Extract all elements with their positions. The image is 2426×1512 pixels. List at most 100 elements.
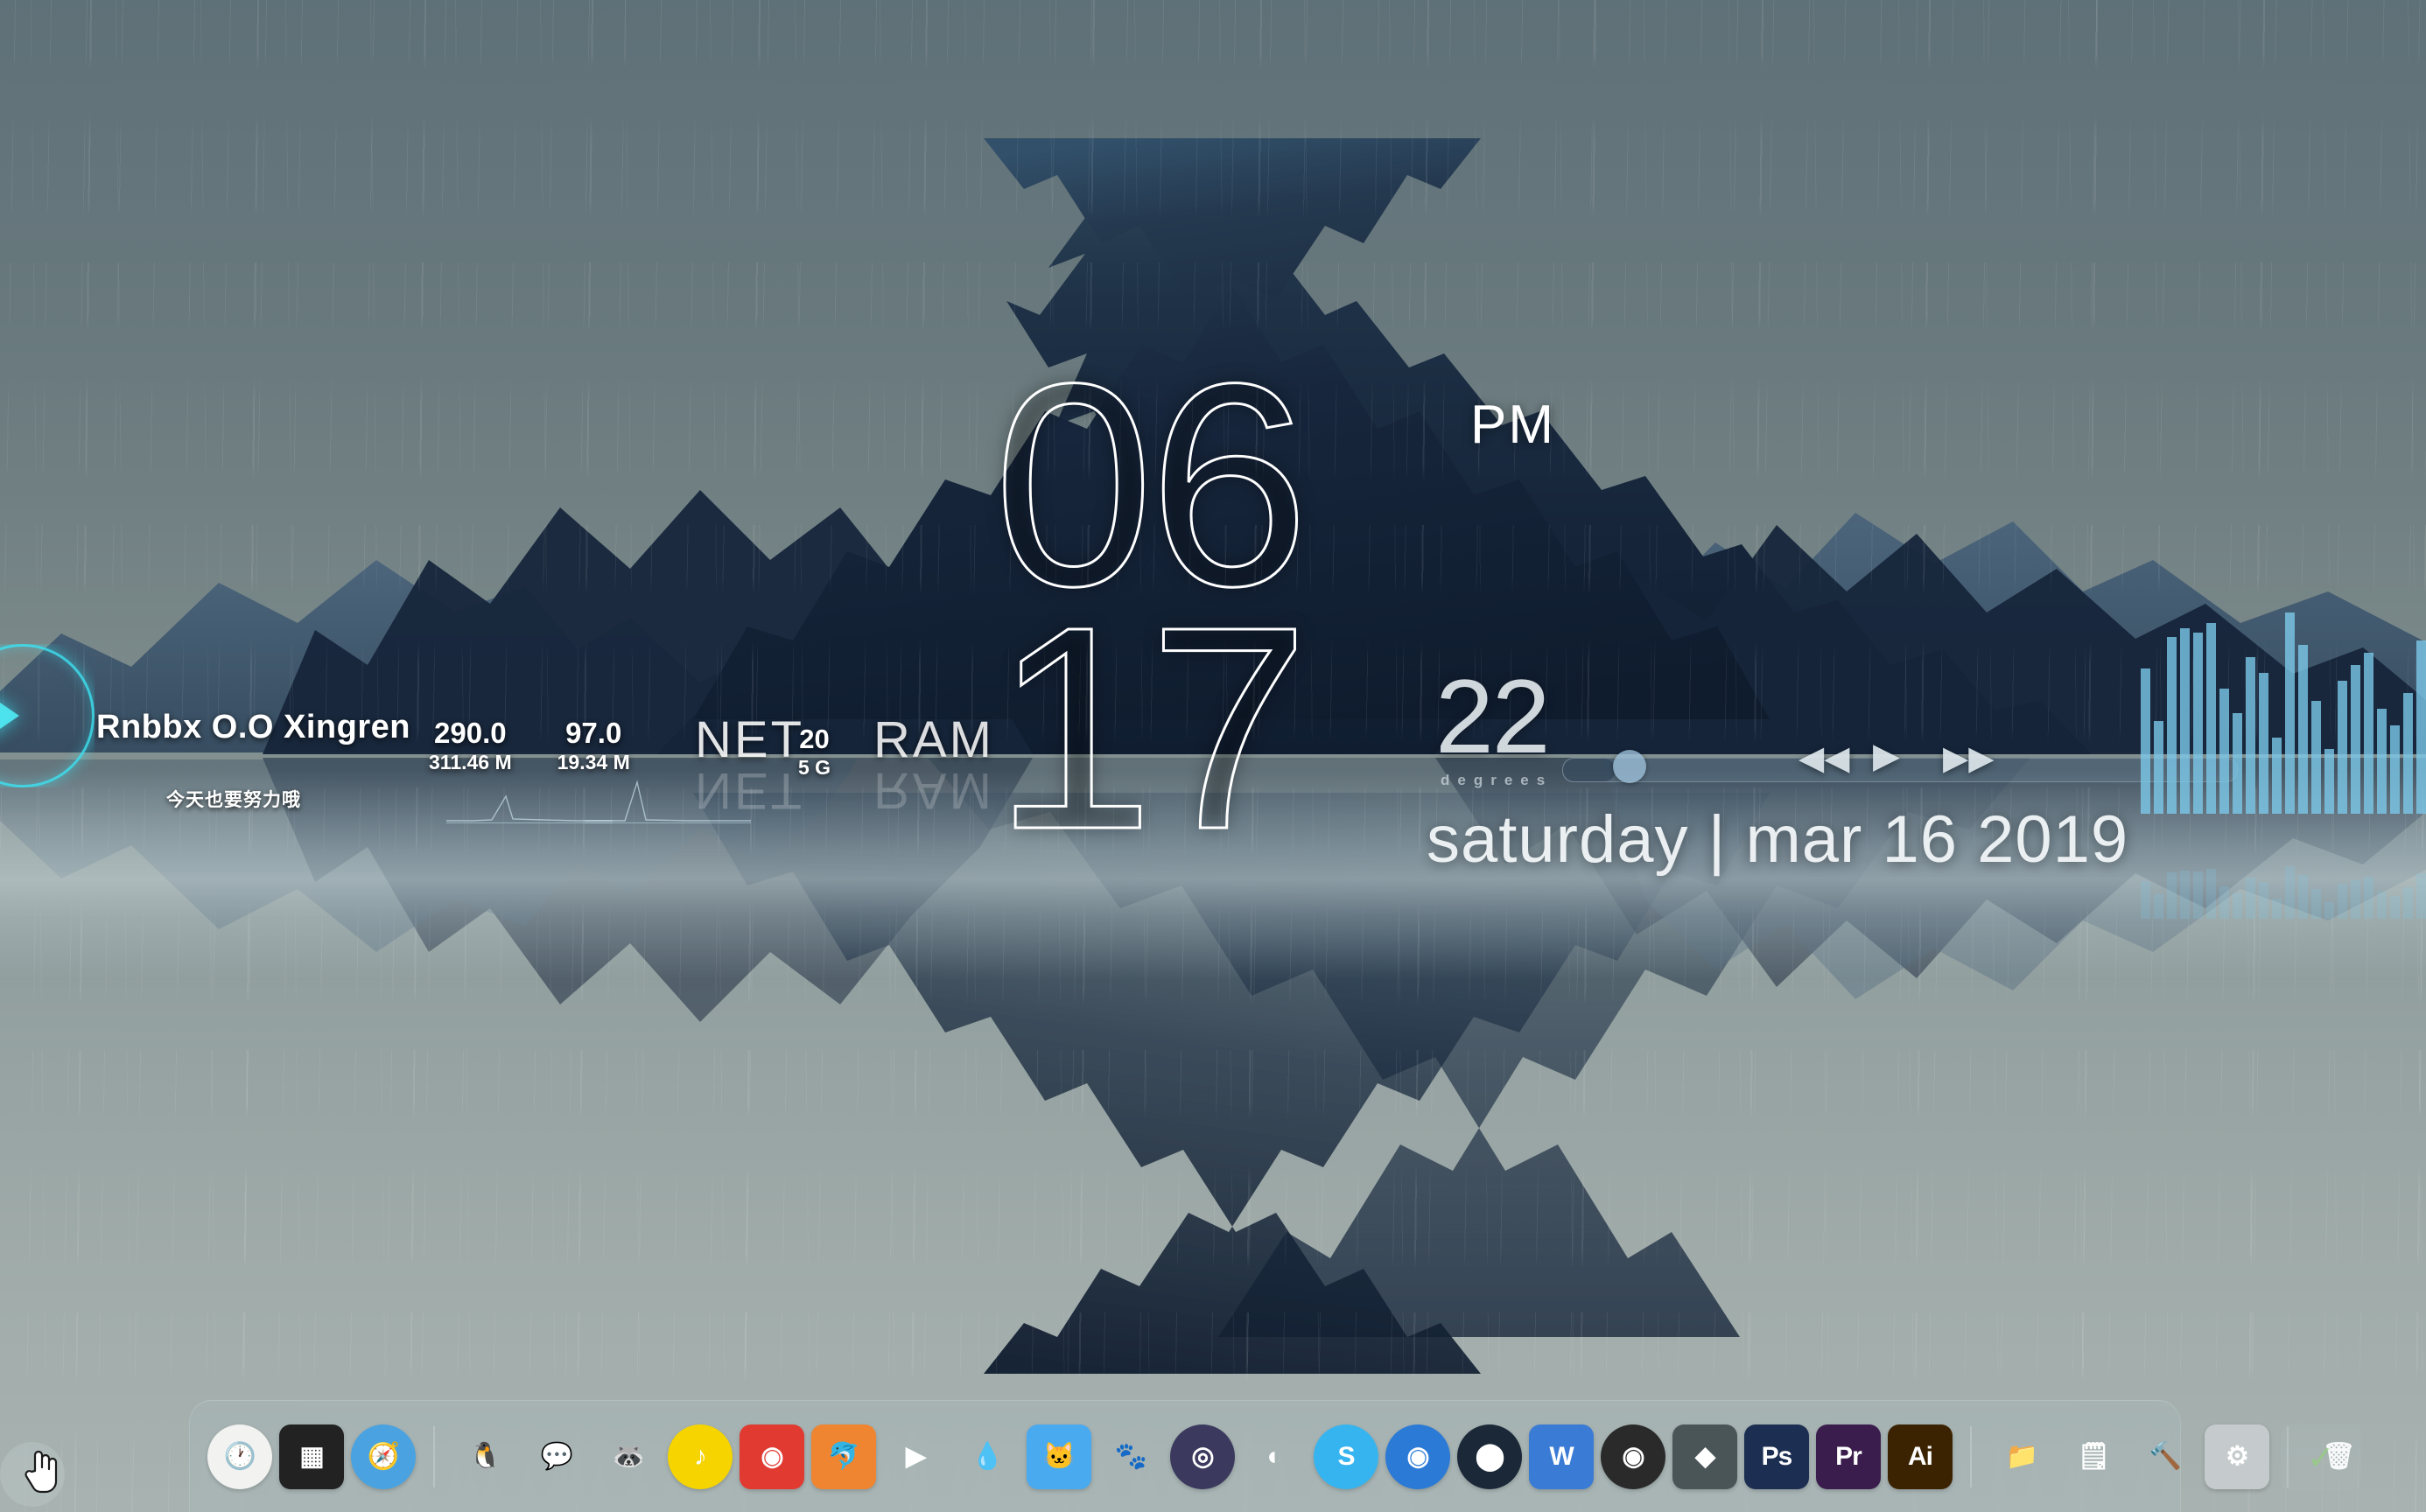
photoshop-app[interactable]: Ps	[1744, 1424, 1809, 1489]
waterdrop-app[interactable]: 💧	[955, 1424, 1020, 1489]
documents-folder[interactable]: 📁	[1989, 1424, 2054, 1489]
wps-app[interactable]: W	[1529, 1424, 1594, 1489]
visualizer-bar	[2141, 668, 2150, 814]
clock-meridiem: PM	[1470, 395, 1555, 455]
wps-app-icon: W	[1549, 1441, 1574, 1471]
potplayer-app[interactable]: ▶	[883, 1424, 948, 1489]
desktop: Rnbbx O.O Xingren 今天也要努力哦 290.0 311.46 M…	[0, 0, 2426, 1512]
ram-used: 20	[799, 724, 830, 754]
notes-app[interactable]: 🗒	[2061, 1424, 2126, 1489]
netease-music-app[interactable]: ◉	[740, 1424, 804, 1489]
spiral-app[interactable]: ◉	[1385, 1424, 1450, 1489]
next-track-button[interactable]: ▶▶	[1943, 742, 1994, 775]
media-progress-slider[interactable]	[1562, 758, 2238, 782]
tray-check-icon[interactable]: ✓	[2281, 1424, 2361, 1491]
separator-2	[1970, 1425, 1972, 1488]
visualizer-bar-reflection	[2403, 887, 2413, 919]
network-download-column: 290.0 311.46 M	[429, 718, 512, 775]
system-info-bar: Rnbbx O.O Xingren	[96, 707, 410, 768]
visualizer-bar-reflection	[2154, 894, 2163, 919]
visualizer-bar	[2324, 749, 2334, 814]
net-label: NET	[695, 711, 804, 768]
steam-app[interactable]: ⬤	[1457, 1424, 1522, 1489]
visualizer-bar-reflection	[2141, 880, 2150, 919]
separator-1	[433, 1425, 435, 1488]
visualizer-bar-reflection	[2311, 889, 2321, 919]
network-upload-column: 97.0 19.34 M	[557, 718, 630, 775]
visualizer-bar	[2259, 673, 2268, 814]
visualizer-bar-reflection	[2180, 870, 2190, 919]
dock[interactable]: 🕐 ▦ 🧭 🐧 💬 🦝 ♪ ◉ 🐬 ▶ 💧 🐱 🐾 ◎ ◐ S ◉ ⬤ W ◉ ◆ Ps Pr Ai 📁 🗒 🔨 ⚙ 🗑	[189, 1400, 2356, 1512]
visualizer-bar-reflection	[2259, 882, 2268, 919]
sublime-text-app-icon: ◆	[1694, 1442, 1715, 1471]
tools-app[interactable]: 🔨	[2133, 1424, 2198, 1489]
visualizer-bar	[2193, 633, 2203, 814]
documents-folder-icon: 📁	[2005, 1442, 2038, 1471]
bilibili-app[interactable]: 🐱	[1027, 1424, 1091, 1489]
settings-app-icon: ⚙	[2226, 1442, 2249, 1471]
mission-control-app[interactable]: ▦	[279, 1424, 344, 1489]
visualizer-bar	[2364, 653, 2373, 814]
network-stats-group: 290.0 311.46 M 97.0 19.34 M	[429, 718, 630, 775]
visualizer-bar	[2219, 689, 2229, 814]
circle-app[interactable]: ◎	[1170, 1424, 1235, 1489]
photoshop-app-icon: Ps	[1761, 1441, 1793, 1471]
visualizer-bar-reflection	[2167, 872, 2177, 919]
date-label: saturday | mar 16 2019	[1427, 802, 2129, 877]
visualizer-bar-reflection	[2364, 877, 2373, 919]
notes-app-icon: 🗒	[2077, 1442, 2110, 1471]
qq-music-app[interactable]: ♪	[668, 1424, 733, 1489]
play-button[interactable]: ▶	[1873, 738, 1900, 774]
xunlei-app[interactable]: 🐬	[811, 1424, 876, 1489]
obs-app[interactable]: ◉	[1601, 1424, 1665, 1489]
play-orb-widget[interactable]	[0, 644, 95, 788]
settings-app[interactable]: ⚙	[2205, 1424, 2269, 1489]
raccoon-app[interactable]: 🦝	[596, 1424, 661, 1489]
tools-app-icon: 🔨	[2149, 1442, 2182, 1471]
sublime-text-app[interactable]: ◆	[1672, 1424, 1737, 1489]
clock-app[interactable]: 🕐	[207, 1424, 272, 1489]
visualizer-bar-reflection	[2390, 895, 2400, 919]
visualizer-bar	[2377, 709, 2387, 814]
visualizer-bar	[2298, 644, 2308, 814]
origin-app-icon: ◐	[1266, 1441, 1282, 1471]
illustrator-app[interactable]: Ai	[1888, 1424, 1953, 1489]
safari-app[interactable]: 🧭	[351, 1424, 416, 1489]
illustrator-app-icon: Ai	[1908, 1441, 1933, 1471]
network-download-speed: 290.0	[434, 717, 507, 749]
media-progress-knob[interactable]	[1613, 750, 1646, 783]
spiral-app-icon: ◉	[1406, 1442, 1429, 1471]
xunlei-app-icon: 🐬	[827, 1442, 860, 1471]
media-progress-fill	[1563, 759, 1616, 781]
audio-visualizer-reflection	[2141, 814, 2426, 919]
raccoon-app-icon: 🦝	[612, 1442, 645, 1471]
visualizer-bar	[2206, 622, 2216, 814]
waterdrop-app-icon: 💧	[971, 1442, 1004, 1471]
netease-music-app-icon: ◉	[761, 1442, 783, 1471]
visualizer-bar	[2351, 664, 2360, 814]
desktop-gear-icon[interactable]	[0, 1442, 65, 1507]
visualizer-bar-reflection	[2298, 874, 2308, 919]
origin-app[interactable]: ◐	[1242, 1424, 1307, 1489]
visualizer-bar	[2403, 693, 2413, 814]
sogou-app-icon: S	[1337, 1441, 1355, 1471]
premiere-app[interactable]: Pr	[1816, 1424, 1881, 1489]
visualizer-bar-reflection	[2377, 891, 2387, 919]
net-label-reflection: NET	[695, 762, 804, 819]
visualizer-bar-reflection	[2246, 878, 2255, 919]
sogou-app[interactable]: S	[1314, 1424, 1378, 1489]
wechat-app[interactable]: 💬	[524, 1424, 589, 1489]
visualizer-bar-reflection	[2233, 892, 2242, 919]
visualizer-bar-reflection	[2272, 899, 2282, 919]
visualizer-bar-reflection	[2416, 873, 2426, 919]
qq-app-icon: 🐧	[468, 1442, 501, 1471]
qq-music-app-icon: ♪	[694, 1441, 707, 1471]
qq-app[interactable]: 🐧	[452, 1424, 517, 1489]
audio-visualizer	[2141, 612, 2426, 814]
visualizer-bar-reflection	[2351, 879, 2360, 919]
baidu-app[interactable]: 🐾	[1098, 1424, 1163, 1489]
previous-track-button[interactable]: ◀◀	[1798, 742, 1849, 775]
premiere-app-icon: Pr	[1835, 1441, 1862, 1471]
visualizer-bar	[2416, 640, 2426, 814]
visualizer-bar-reflection	[2324, 901, 2334, 919]
